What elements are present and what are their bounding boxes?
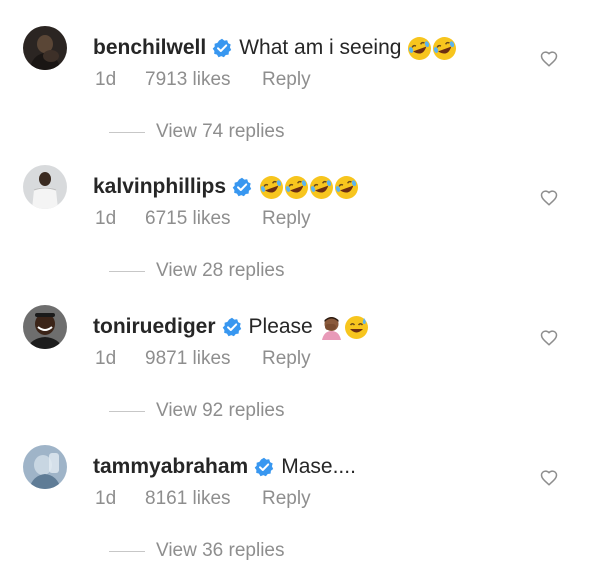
- comment-content: toniruediger Please: [93, 307, 369, 347]
- reply-button[interactable]: Reply: [262, 348, 311, 370]
- comment-content: tammyabraham Mase....: [93, 447, 356, 487]
- avatar[interactable]: [23, 305, 67, 349]
- comment-meta: 1d 9871 likes Reply: [95, 347, 311, 371]
- comment-item: toniruediger Please 1d 9871 likes Reply …: [0, 279, 591, 421]
- emoji-group: [259, 175, 359, 200]
- likes-count[interactable]: 7913 likes: [145, 69, 262, 91]
- comment-text: Mase....: [281, 455, 356, 478]
- likes-count[interactable]: 6715 likes: [145, 208, 262, 230]
- sweat-smile-emoji-icon: [344, 315, 369, 340]
- username[interactable]: benchilwell: [93, 36, 206, 60]
- avatar[interactable]: [23, 165, 67, 209]
- avatar[interactable]: [23, 445, 67, 489]
- view-replies-button[interactable]: View 36 replies: [109, 538, 285, 564]
- timestamp[interactable]: 1d: [95, 348, 145, 370]
- timestamp[interactable]: 1d: [95, 488, 145, 510]
- rofl-emoji-icon: [259, 175, 284, 200]
- emoji-group: [319, 315, 369, 340]
- rofl-emoji-icon: [432, 36, 457, 61]
- verified-badge-icon: [222, 317, 242, 337]
- replies-divider: [109, 550, 145, 552]
- comment-item: tammyabraham Mase.... 1d 8161 likes Repl…: [0, 419, 591, 561]
- username[interactable]: tammyabraham: [93, 455, 248, 479]
- likes-count[interactable]: 8161 likes: [145, 488, 262, 510]
- comment-meta: 1d 8161 likes Reply: [95, 487, 311, 511]
- username[interactable]: kalvinphillips: [93, 175, 226, 199]
- reply-button[interactable]: Reply: [262, 69, 311, 91]
- comment-meta: 1d 7913 likes Reply: [95, 68, 311, 92]
- like-heart-icon[interactable]: [540, 189, 558, 207]
- replies-divider: [109, 410, 145, 412]
- rofl-emoji-icon: [407, 36, 432, 61]
- verified-badge-icon: [232, 177, 252, 197]
- comment-text: What am i seeing: [239, 36, 402, 59]
- likes-count[interactable]: 9871 likes: [145, 348, 262, 370]
- comment-item: kalvinphillips 1d 6715 likes Reply View …: [0, 139, 591, 281]
- like-heart-icon[interactable]: [540, 469, 558, 487]
- timestamp[interactable]: 1d: [95, 69, 145, 91]
- avatar[interactable]: [23, 26, 67, 70]
- rofl-emoji-icon: [334, 175, 359, 200]
- like-heart-icon[interactable]: [540, 50, 558, 68]
- comment-content: kalvinphillips: [93, 167, 359, 207]
- comment-content: benchilwell What am i seeing: [93, 28, 457, 68]
- reply-button[interactable]: Reply: [262, 208, 311, 230]
- username[interactable]: toniruediger: [93, 315, 216, 339]
- verified-badge-icon: [254, 457, 274, 477]
- emoji-group: [407, 36, 457, 61]
- rofl-emoji-icon: [284, 175, 309, 200]
- timestamp[interactable]: 1d: [95, 208, 145, 230]
- rofl-emoji-icon: [309, 175, 334, 200]
- reply-button[interactable]: Reply: [262, 488, 311, 510]
- like-heart-icon[interactable]: [540, 329, 558, 347]
- replies-divider: [109, 131, 145, 133]
- comment-text: Please: [248, 315, 313, 338]
- replies-divider: [109, 270, 145, 272]
- verified-badge-icon: [212, 38, 232, 58]
- person-facepalming-emoji-icon: [319, 315, 344, 340]
- comment-meta: 1d 6715 likes Reply: [95, 207, 311, 231]
- view-replies-label: View 36 replies: [156, 540, 285, 561]
- comment-item: benchilwell What am i seeing 1d 7913 lik…: [0, 0, 591, 142]
